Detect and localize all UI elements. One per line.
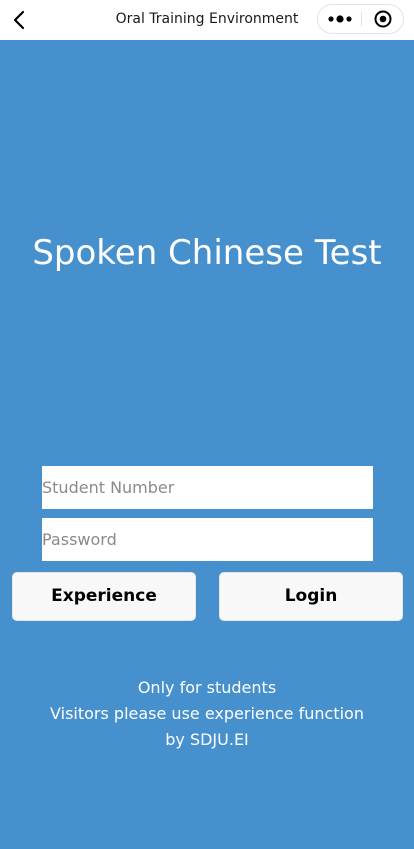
page-title: Spoken Chinese Test [32,233,382,273]
footer-line-students: Only for students [137,678,277,697]
login-button[interactable]: Login [219,572,403,621]
footer-line-visitors: Visitors please use experience function [50,704,364,723]
more-dots-icon [327,15,352,23]
password-input[interactable] [42,518,373,561]
experience-button[interactable]: Experience [12,572,196,621]
mini-program-capsule [317,4,404,34]
chevron-left-icon [13,10,25,30]
student-number-input[interactable] [42,466,373,509]
close-button[interactable] [362,5,403,33]
target-close-icon [374,10,391,28]
nav-title: Oral Training Environment [115,11,299,27]
more-button[interactable] [318,5,361,33]
navigation-bar: Oral Training Environment [0,0,414,40]
footer-line-credit: by SDJU.EI [165,730,249,749]
footer-note: Only for students Visitors please use ex… [0,675,414,753]
back-button[interactable] [4,4,36,36]
